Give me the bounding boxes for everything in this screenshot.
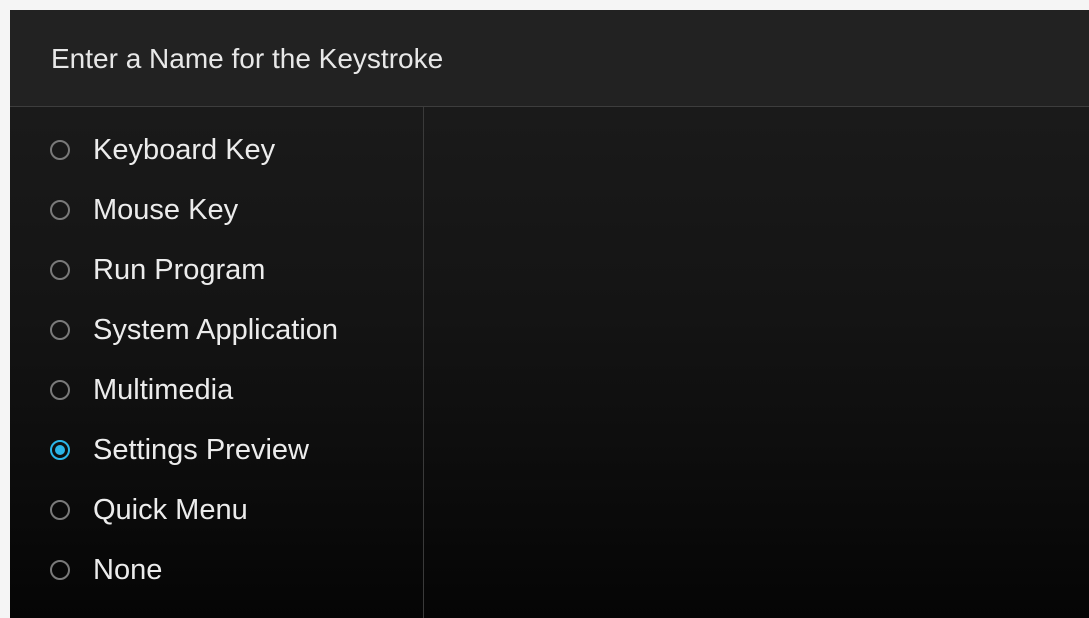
option-quick-menu[interactable]: Quick Menu: [50, 490, 410, 530]
option-label: Keyboard Key: [93, 134, 276, 166]
option-label: Multimedia: [93, 374, 234, 406]
radio-button[interactable]: [50, 320, 70, 340]
option-system-application[interactable]: System Application: [50, 310, 410, 350]
option-multimedia[interactable]: Multimedia: [50, 370, 410, 410]
radio-button[interactable]: [50, 380, 70, 400]
radio-button[interactable]: [50, 260, 70, 280]
option-settings-preview[interactable]: Settings Preview: [50, 430, 410, 470]
radio-button[interactable]: [50, 500, 70, 520]
option-label: Mouse Key: [93, 194, 239, 226]
radio-button[interactable]: [50, 560, 70, 580]
option-none[interactable]: None: [50, 550, 410, 590]
dialog-title: Enter a Name for the Keystroke: [51, 43, 444, 74]
dialog-header: Enter a Name for the Keystroke: [10, 10, 1089, 107]
option-keyboard-key[interactable]: Keyboard Key: [50, 130, 410, 170]
option-label: None: [93, 554, 163, 586]
option-label: System Application: [93, 314, 339, 346]
settings-content-pane: [425, 107, 1089, 618]
radio-button-checked[interactable]: [50, 440, 70, 460]
option-label: Quick Menu: [93, 494, 248, 526]
radio-button[interactable]: [50, 140, 70, 160]
keystroke-dialog: Enter a Name for the Keystroke Keyboard …: [10, 10, 1089, 618]
option-label: Settings Preview: [93, 434, 309, 466]
option-run-program[interactable]: Run Program: [50, 250, 410, 290]
option-label: Run Program: [93, 254, 266, 286]
action-type-list: Keyboard Key Mouse Key Run Program Syste…: [10, 107, 424, 618]
option-mouse-key[interactable]: Mouse Key: [50, 190, 410, 230]
radio-button[interactable]: [50, 200, 70, 220]
